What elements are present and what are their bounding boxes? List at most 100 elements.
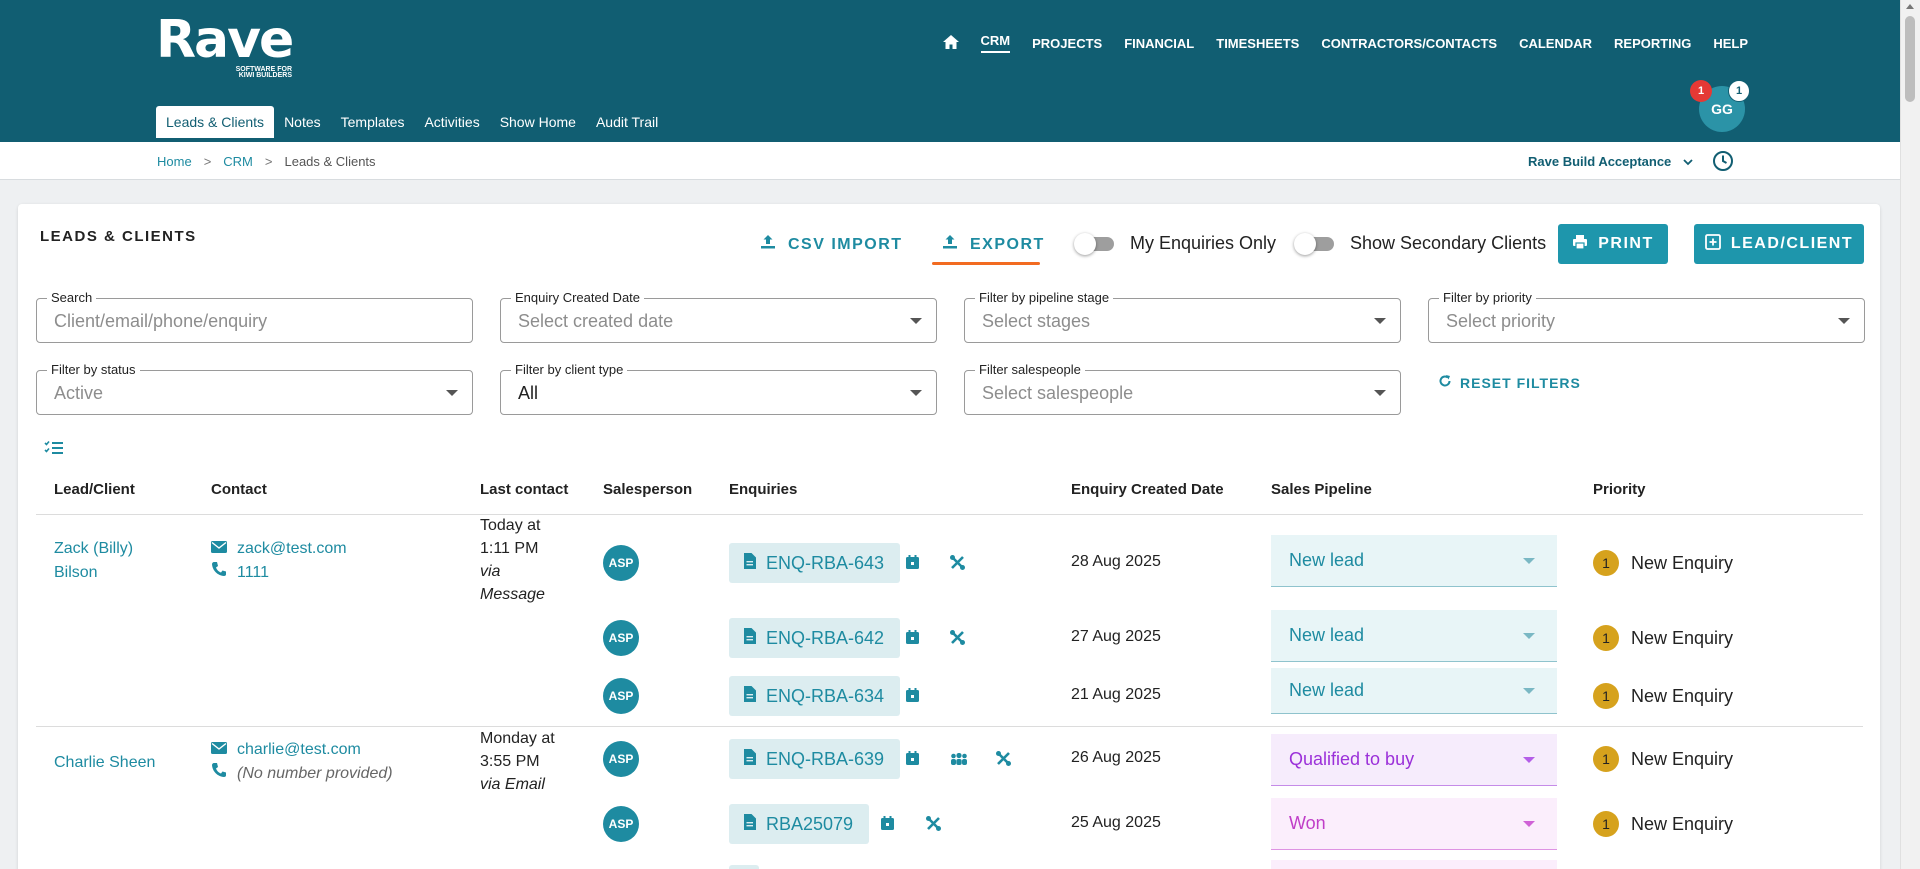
email-text: charlie@test.com: [237, 741, 361, 758]
pipeline-select[interactable]: New lead: [1271, 668, 1557, 714]
enquiry-chip[interactable]: RBA25079: [729, 804, 870, 844]
page-scrollbar[interactable]: [1900, 0, 1920, 869]
breadcrumb-home[interactable]: Home: [157, 154, 192, 169]
csv-import-button[interactable]: CSV IMPORT: [760, 234, 903, 255]
tools-icon[interactable]: [950, 630, 965, 648]
reset-filters-label: RESET FILTERS: [1460, 374, 1581, 391]
breadcrumb-crm[interactable]: CRM: [223, 154, 253, 169]
created-date-label: Enquiry Created Date: [511, 290, 645, 305]
subnav-templates[interactable]: Templates: [331, 106, 415, 138]
last-contact-day: Monday at: [480, 730, 555, 747]
header-lead-client[interactable]: Lead/Client: [54, 481, 135, 498]
salespeople-label: Filter salespeople: [975, 362, 1085, 377]
enquiry-chip[interactable]: ENQ-RBA-643: [729, 543, 901, 583]
client-type-select[interactable]: Filter by client type All: [500, 362, 937, 415]
priority-indicator: 1 New Enquiry: [1593, 550, 1733, 576]
created-date-select[interactable]: Enquiry Created Date Select created date: [500, 290, 937, 343]
pipeline-stage-select[interactable]: Filter by pipeline stage Select stages: [964, 290, 1401, 343]
notification-badge[interactable]: 1: [1690, 80, 1712, 102]
search-label: Search: [47, 290, 97, 305]
header-enquiries[interactable]: Enquiries: [729, 481, 797, 498]
phone-link: (No number provided): [211, 762, 393, 786]
enquiry-chip[interactable]: ENQ-RBA-634: [729, 676, 901, 716]
enquiry-created-date: 27 Aug 2025: [1071, 628, 1161, 645]
salespeople-select[interactable]: Filter salespeople Select salespeople: [964, 362, 1401, 415]
header-salesperson[interactable]: Salesperson: [603, 481, 692, 498]
dropdown-arrow-icon: [1523, 558, 1535, 564]
subnav-leads-clients[interactable]: Leads & Clients: [156, 106, 275, 138]
calendar-icon[interactable]: [906, 751, 919, 768]
people-icon[interactable]: [950, 752, 968, 768]
pipeline-value: New lead: [1289, 680, 1365, 700]
header-priority[interactable]: Priority: [1593, 481, 1646, 498]
pipeline-select-partial[interactable]: [1271, 860, 1557, 869]
calendar-icon[interactable]: [881, 816, 894, 833]
header-contact[interactable]: Contact: [211, 481, 267, 498]
rave-logo[interactable]: Rave SOFTWARE FOR KIWI BUILDERS: [156, 12, 294, 80]
secondary-clients-toggle[interactable]: Show Secondary Clients: [1294, 232, 1546, 255]
header-sales-pipeline[interactable]: Sales Pipeline: [1271, 481, 1372, 498]
status-select[interactable]: Filter by status Active: [36, 362, 473, 415]
subnav-audit-trail[interactable]: Audit Trail: [586, 106, 668, 138]
pipeline-select[interactable]: Won: [1271, 798, 1557, 850]
salesperson-avatar[interactable]: ASP: [603, 678, 639, 714]
scroll-up-arrow-icon[interactable]: [1906, 4, 1914, 9]
enquiry-chip-partial[interactable]: [729, 865, 759, 869]
tools-icon[interactable]: [950, 555, 965, 573]
nav-help[interactable]: HELP: [1713, 36, 1748, 51]
subnav-activities[interactable]: Activities: [414, 106, 489, 138]
tools-icon[interactable]: [996, 751, 1011, 769]
client-name-link[interactable]: Charlie Sheen: [54, 751, 194, 775]
subnav-notes[interactable]: Notes: [274, 106, 331, 138]
company-selector[interactable]: Rave Build Acceptance: [1528, 154, 1693, 169]
home-icon[interactable]: [942, 34, 959, 52]
history-clock-icon[interactable]: [1712, 150, 1734, 175]
last-contact: Monday at 3:55 PM via Email: [480, 727, 560, 796]
message-badge[interactable]: 1: [1728, 80, 1750, 102]
enquiry-chip[interactable]: ENQ-RBA-642: [729, 618, 901, 658]
salesperson-avatar[interactable]: ASP: [603, 620, 639, 656]
my-enquiries-toggle[interactable]: My Enquiries Only: [1074, 232, 1276, 255]
nav-projects[interactable]: PROJECTS: [1032, 36, 1102, 51]
print-button[interactable]: PRINT: [1558, 224, 1668, 264]
dropdown-arrow-icon: [1374, 318, 1386, 324]
priority-number: 1: [1593, 746, 1619, 772]
enquiry-chip[interactable]: ENQ-RBA-639: [729, 739, 901, 779]
nav-crm[interactable]: CRM: [980, 33, 1011, 53]
add-lead-client-button[interactable]: LEAD/CLIENT: [1694, 224, 1864, 264]
nav-timesheets[interactable]: TIMESHEETS: [1216, 36, 1299, 51]
subnav-show-home[interactable]: Show Home: [490, 106, 586, 138]
reset-filters-button[interactable]: RESET FILTERS: [1438, 374, 1581, 391]
nav-reporting[interactable]: REPORTING: [1614, 36, 1691, 51]
salesperson-avatar[interactable]: ASP: [603, 806, 639, 842]
last-contact-day: Today at: [480, 517, 541, 534]
calendar-icon[interactable]: [906, 688, 919, 705]
phone-link[interactable]: 1111: [211, 561, 347, 585]
tools-icon[interactable]: [926, 816, 941, 834]
calendar-icon[interactable]: [906, 555, 919, 572]
calendar-icon[interactable]: [906, 630, 919, 647]
priority-indicator: 1 New Enquiry: [1593, 746, 1733, 772]
dropdown-arrow-icon: [1374, 390, 1386, 396]
search-input[interactable]: Search Client/email/phone/enquiry: [36, 290, 473, 343]
priority-select[interactable]: Filter by priority Select priority: [1428, 290, 1865, 343]
pipeline-select[interactable]: New lead: [1271, 610, 1557, 662]
nav-calendar[interactable]: CALENDAR: [1519, 36, 1592, 51]
salesperson-avatar[interactable]: ASP: [603, 545, 639, 581]
pipeline-select[interactable]: New lead: [1271, 535, 1557, 587]
header-enquiry-created-date[interactable]: Enquiry Created Date: [1071, 481, 1224, 498]
export-button[interactable]: EXPORT: [942, 234, 1045, 255]
email-link[interactable]: charlie@test.com: [211, 738, 393, 762]
salesperson-avatar[interactable]: ASP: [603, 741, 639, 777]
nav-contractors-contacts[interactable]: CONTRACTORS/CONTACTS: [1321, 36, 1497, 51]
nav-financial[interactable]: FINANCIAL: [1124, 36, 1194, 51]
client-name-link[interactable]: Zack (Billy) Bilson: [54, 537, 164, 585]
printer-icon: [1572, 234, 1598, 255]
pipeline-select[interactable]: Qualified to buy: [1271, 734, 1557, 786]
document-icon: [743, 552, 766, 574]
phone-icon: [211, 762, 237, 786]
header-last-contact[interactable]: Last contact: [480, 481, 568, 498]
email-link[interactable]: zack@test.com: [211, 537, 347, 561]
scrollbar-thumb[interactable]: [1905, 16, 1915, 102]
checklist-icon[interactable]: [44, 440, 64, 459]
